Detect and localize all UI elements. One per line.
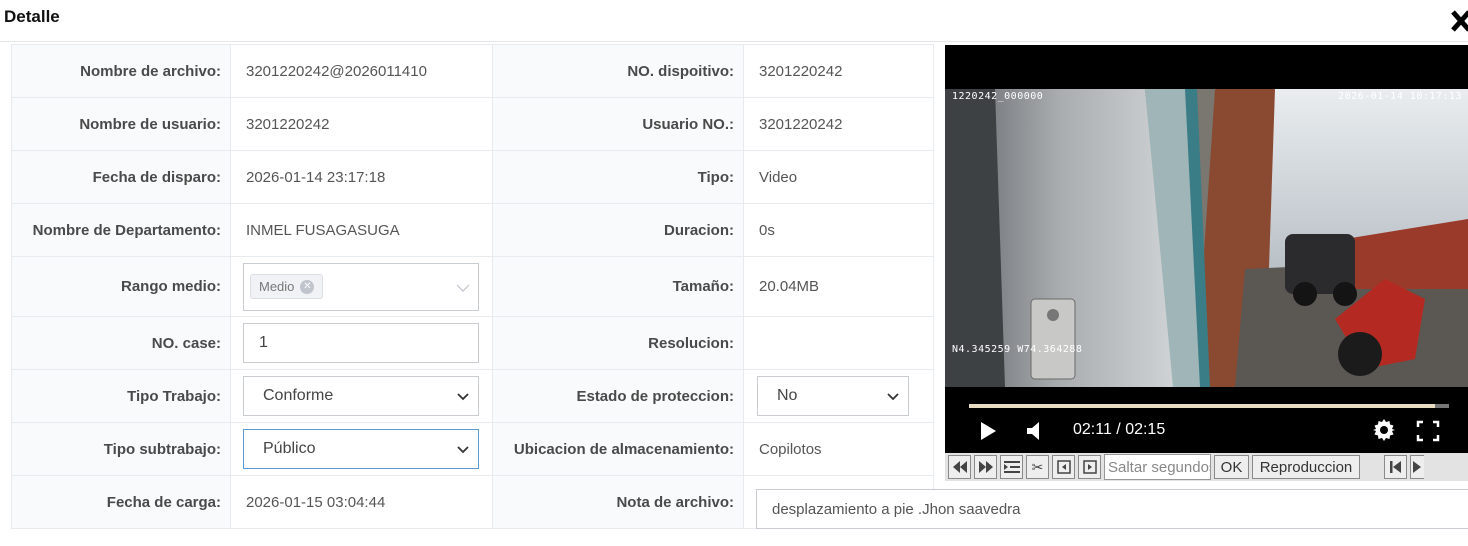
chevron-down-icon: [457, 393, 469, 401]
video-player[interactable]: 1220242_000000 2026-01-14 10:17:13 N4.34…: [945, 45, 1468, 453]
label-duracion: Duracion:: [492, 203, 744, 257]
next-frame-button[interactable]: [1078, 455, 1101, 479]
rewind-button[interactable]: [948, 455, 971, 479]
no-case-value: 1: [259, 334, 268, 351]
jump-seconds-input[interactable]: Saltar segundos: [1104, 454, 1211, 480]
prev-frame-icon: [1056, 460, 1071, 474]
table-row: Nombre de archivo: 3201220242@2026011410…: [11, 44, 934, 98]
value-tamano: 20.04MB: [743, 256, 934, 317]
play-icon[interactable]: [979, 421, 997, 441]
chevron-down-icon: [457, 446, 469, 454]
progress-fill: [969, 404, 1435, 408]
label-usuario-no: Usuario NO.:: [492, 97, 744, 151]
nota-archivo-input[interactable]: desplazamiento a pie .Jhon saavedra: [756, 489, 1468, 529]
osd-datetime: 2026-01-14 10:17:13: [1338, 91, 1462, 102]
jump-placeholder: Saltar segundos: [1108, 458, 1211, 476]
chevron-down-icon: [887, 393, 899, 401]
skip-end-icon: [1412, 461, 1421, 473]
table-row: Fecha de disparo: 2026-01-14 23:17:18 Ti…: [11, 150, 934, 204]
detail-table: Nombre de archivo: 3201220242@2026011410…: [11, 44, 934, 529]
table-row: Nombre de Departamento: INMEL FUSAGASUGA…: [11, 203, 934, 257]
next-frame-icon: [1082, 460, 1097, 474]
close-icon[interactable]: [1450, 8, 1468, 34]
label-ubicacion: Ubicacion de almacenamiento:: [492, 422, 744, 476]
skip-start-icon: [1389, 461, 1401, 473]
fast-forward-icon: [978, 461, 993, 473]
dialog-header: Detalle: [0, 0, 1468, 42]
medio-tag: Medio ✕: [250, 274, 324, 299]
table-row: Rango medio: Medio ✕ Tamaño: 20.04MB: [11, 256, 934, 317]
prev-frame-button[interactable]: [1052, 455, 1075, 479]
tag-remove-icon[interactable]: ✕: [300, 279, 315, 294]
ok-button[interactable]: OK: [1214, 455, 1249, 479]
nota-archivo-value: desplazamiento a pie .Jhon saavedra: [772, 500, 1021, 518]
no-case-input[interactable]: 1: [243, 323, 479, 363]
value-nombre-archivo: 3201220242@2026011410: [230, 44, 493, 98]
video-frame: 1220242_000000 2026-01-14 10:17:13 N4.34…: [945, 89, 1468, 387]
value-resolucion: [743, 316, 934, 370]
chevron-down-icon: [456, 284, 470, 292]
video-time: 02:11 / 02:15: [1073, 421, 1166, 438]
playback-button[interactable]: Reproduccion: [1252, 455, 1360, 479]
label-tipo-subtrabajo: Tipo subtrabajo:: [11, 422, 231, 476]
list-icon: [1003, 461, 1020, 473]
settings-icon[interactable]: [1372, 418, 1396, 442]
label-resolucion: Resolucion:: [492, 316, 744, 370]
label-rango-medio: Rango medio:: [11, 256, 231, 317]
table-row: Tipo subtrabajo: Público Ubicacion de al…: [11, 422, 934, 476]
dialog-title: Detalle: [4, 7, 60, 26]
value-departamento: INMEL FUSAGASUGA: [230, 203, 493, 257]
label-no-case: NO. case:: [11, 316, 231, 370]
first-button[interactable]: [1384, 455, 1407, 479]
tipo-subtrabajo-select[interactable]: Público: [243, 429, 479, 469]
value-ubicacion: Copilotos: [743, 422, 934, 476]
value-fecha-carga: 2026-01-15 03:04:44: [230, 475, 493, 529]
value-usuario-no: 3201220242: [743, 97, 934, 151]
last-button[interactable]: [1410, 455, 1424, 479]
label-nombre-usuario: Nombre de usuario:: [11, 97, 231, 151]
label-no-dispositivo: NO. dispoitivo:: [492, 44, 744, 98]
label-estado-proteccion: Estado de proteccion:: [492, 369, 744, 423]
player-toolbar: ✂ Saltar segundos OK Reproduccion: [945, 453, 1468, 481]
osd-id: 1220242_000000: [952, 91, 1044, 102]
label-tamano: Tamaño:: [492, 256, 744, 317]
tipo-trabajo-value: Conforme: [263, 387, 334, 404]
value-nombre-usuario: 3201220242: [230, 97, 493, 151]
label-fecha-carga: Fecha de carga:: [11, 475, 231, 529]
value-tipo: Video: [743, 150, 934, 204]
label-nombre-archivo: Nombre de archivo:: [11, 44, 231, 98]
tipo-subtrabajo-value: Público: [263, 440, 316, 457]
table-row: Nombre de usuario: 3201220242 Usuario NO…: [11, 97, 934, 151]
fast-forward-button[interactable]: [974, 455, 997, 479]
value-duracion: 0s: [743, 203, 934, 257]
table-row: Tipo Trabajo: Conforme Estado de protecc…: [11, 369, 934, 423]
progress-bar[interactable]: [969, 404, 1449, 408]
label-departamento: Nombre de Departamento:: [11, 203, 231, 257]
rango-medio-select[interactable]: Medio ✕: [243, 262, 479, 311]
tipo-trabajo-select[interactable]: Conforme: [243, 376, 479, 416]
clip-button[interactable]: ✂: [1026, 455, 1049, 479]
label-fecha-disparo: Fecha de disparo:: [11, 150, 231, 204]
fullscreen-icon[interactable]: [1416, 420, 1440, 442]
osd-gps: N4.345259 W74.364288: [952, 344, 1083, 355]
list-button[interactable]: [1000, 455, 1023, 479]
rewind-icon: [952, 461, 967, 473]
scissors-icon: ✂: [1031, 458, 1044, 475]
estado-proteccion-value: No: [777, 387, 798, 404]
estado-proteccion-select[interactable]: No: [757, 376, 909, 416]
label-tipo-trabajo: Tipo Trabajo:: [11, 369, 231, 423]
medio-tag-label: Medio: [259, 279, 295, 294]
table-row: NO. case: 1 Resolucion:: [11, 316, 934, 370]
value-fecha-disparo: 2026-01-14 23:17:18: [230, 150, 493, 204]
video-scene: [945, 89, 1468, 387]
value-no-dispositivo: 3201220242: [743, 44, 934, 98]
label-nota: Nota de archivo:: [492, 475, 744, 529]
label-tipo: Tipo:: [492, 150, 744, 204]
volume-icon[interactable]: [1025, 421, 1043, 441]
